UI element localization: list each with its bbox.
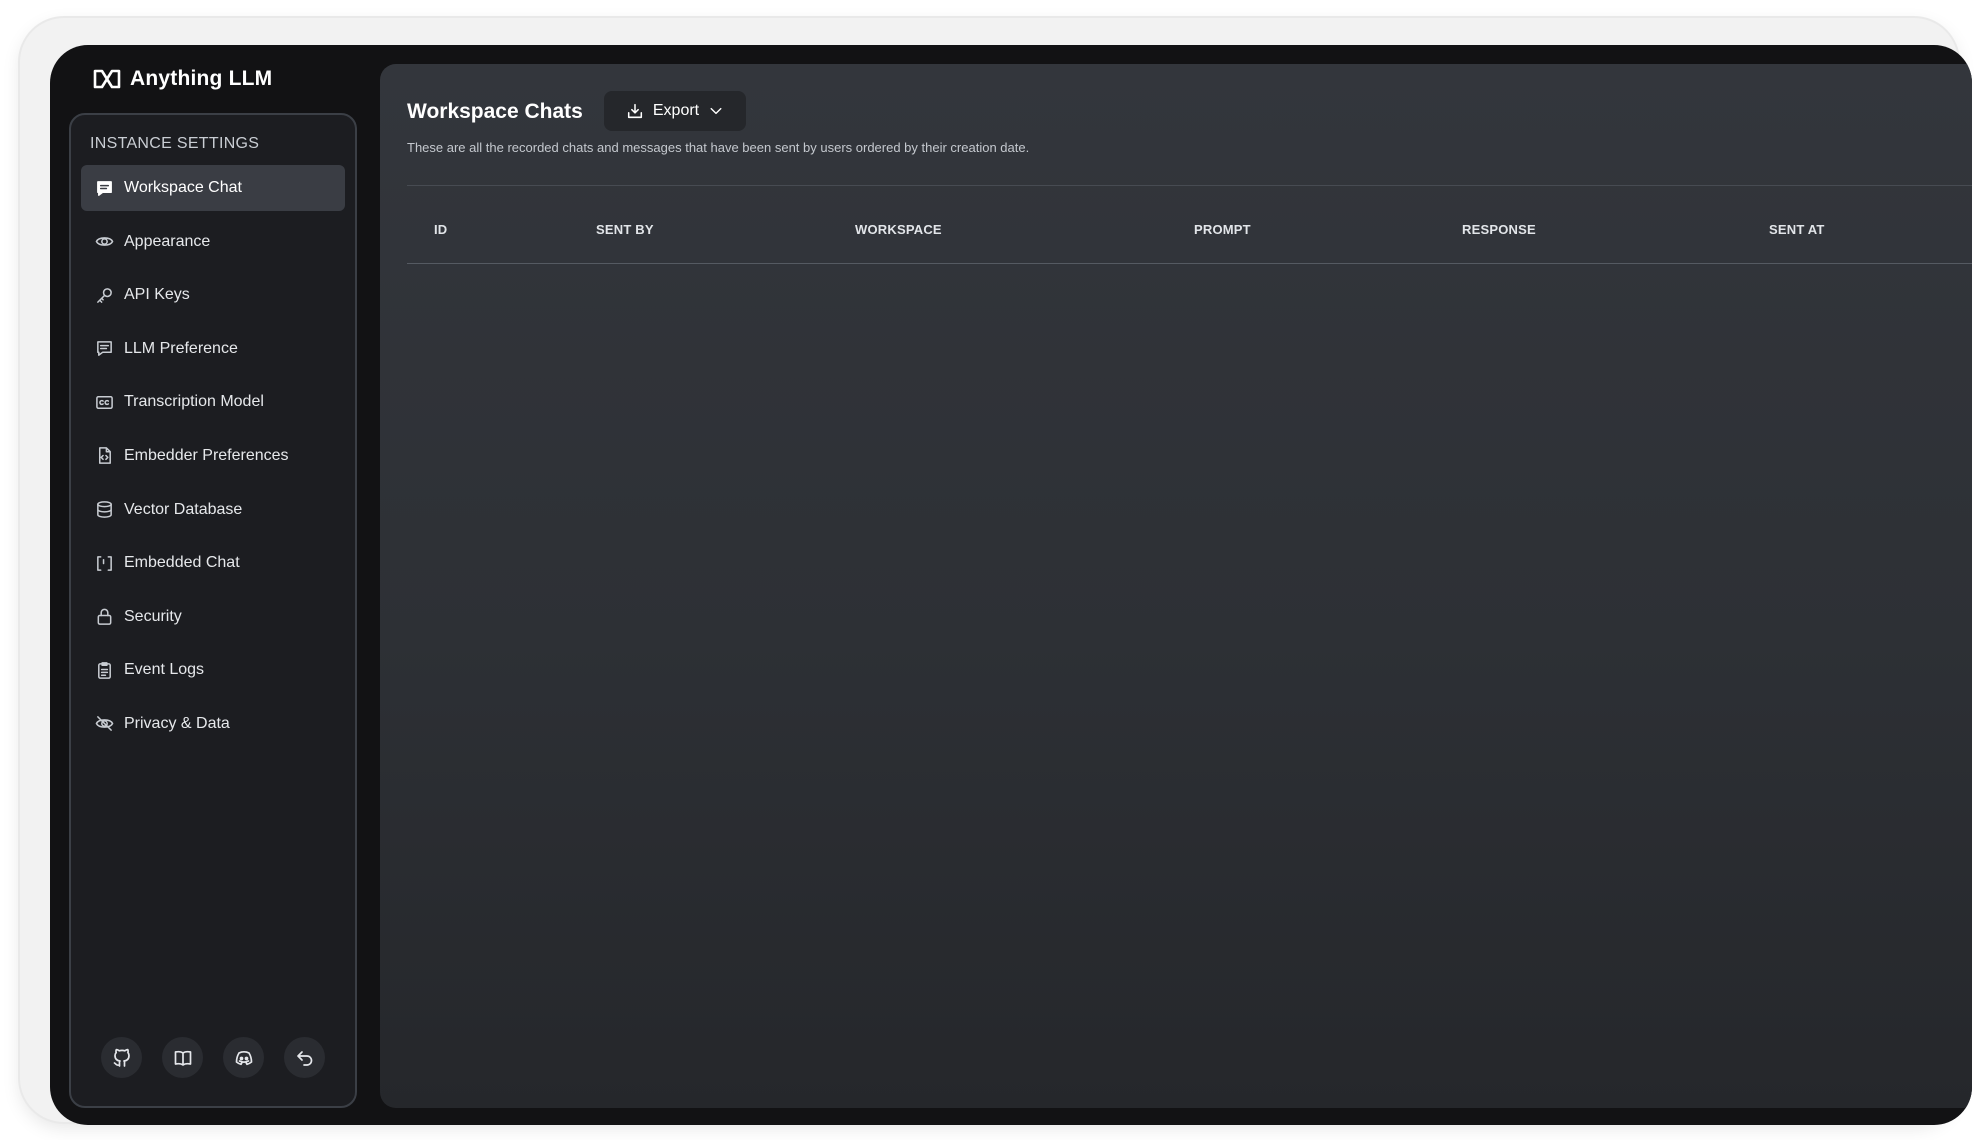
- header-divider: [407, 185, 1972, 186]
- sidebar-item-appearance[interactable]: Appearance: [81, 219, 345, 265]
- eye-slash-icon: [94, 714, 114, 734]
- column-header-id[interactable]: ID: [434, 222, 447, 237]
- sidebar-item-label: Embedder Preferences: [124, 446, 289, 464]
- clipboard-list-icon: [94, 660, 114, 680]
- sidebar-item-label: API Keys: [124, 286, 190, 304]
- device-frame: Anything LLM INSTANCE SETTINGS Workspace…: [20, 18, 1972, 1125]
- message-square-icon: [94, 339, 114, 359]
- sidebar-item-security[interactable]: Security: [81, 594, 345, 640]
- export-label: Export: [652, 102, 700, 119]
- closed-caption-icon: [94, 392, 114, 412]
- discord-icon: [235, 1050, 252, 1065]
- docs-button[interactable]: [162, 1037, 203, 1078]
- main-content: Workspace Chats Export These are all the…: [380, 64, 1972, 1108]
- download-icon: [627, 103, 642, 119]
- discord-button[interactable]: [223, 1037, 264, 1078]
- lock-icon: [94, 607, 114, 627]
- eye-icon: [94, 232, 114, 252]
- sidebar-item-event-logs[interactable]: Event Logs: [81, 647, 345, 693]
- sidebar-item-transcription-model[interactable]: Transcription Model: [81, 379, 345, 425]
- sidebar-item-embedded-chat[interactable]: Embedded Chat: [81, 540, 345, 586]
- code-brackets-icon: [94, 553, 114, 573]
- file-code-icon: [94, 446, 114, 466]
- sidebar-item-label: LLM Preference: [124, 339, 238, 357]
- column-header-workspace[interactable]: WORKSPACE: [855, 222, 942, 237]
- github-button[interactable]: [101, 1037, 142, 1078]
- book-icon: [174, 1050, 191, 1066]
- back-button[interactable]: [284, 1037, 325, 1078]
- database-icon: [94, 500, 114, 520]
- app-logo[interactable]: Anything LLM: [92, 67, 272, 91]
- sidebar-item-label: Vector Database: [124, 500, 243, 518]
- sidebar-item-privacy-data[interactable]: Privacy & Data: [81, 701, 345, 747]
- column-header-prompt[interactable]: PROMPT: [1194, 222, 1251, 237]
- key-icon: [94, 285, 114, 305]
- chats-table-header: ID SENT BY WORKSPACE PROMPT RESPONSE SEN…: [407, 222, 1972, 264]
- sidebar-item-embedder-preferences[interactable]: Embedder Preferences: [81, 433, 345, 479]
- sidebar-item-vector-database[interactable]: Vector Database: [81, 487, 345, 533]
- github-icon: [113, 1048, 130, 1067]
- sidebar-item-label: Security: [124, 607, 182, 625]
- sidebar-section-title: INSTANCE SETTINGS: [90, 135, 260, 152]
- undo-icon: [296, 1050, 312, 1066]
- sidebar-item-label: Transcription Model: [124, 393, 264, 411]
- sidebar-item-label: Event Logs: [124, 661, 205, 679]
- chevron-down-icon: [710, 107, 722, 115]
- anything-llm-logo-icon: [93, 69, 121, 89]
- sidebar-footer: [101, 1037, 325, 1078]
- column-header-sent-by[interactable]: SENT BY: [596, 222, 654, 237]
- app-name: Anything LLM: [130, 67, 273, 90]
- sidebar-item-llm-preference[interactable]: LLM Preference: [81, 326, 345, 372]
- sidebar-item-workspace-chat[interactable]: Workspace Chat: [81, 165, 345, 211]
- sidebar-nav: Workspace Chat Appearance API Keys LLM P…: [81, 165, 345, 755]
- page-title: Workspace Chats: [407, 100, 583, 123]
- sidebar-item-label: Workspace Chat: [124, 179, 242, 196]
- settings-sidebar: INSTANCE SETTINGS Workspace Chat Appeara…: [69, 113, 357, 1108]
- sidebar-item-label: Appearance: [124, 232, 211, 250]
- page-description: These are all the recorded chats and mes…: [407, 140, 1030, 155]
- column-header-sent-at[interactable]: SENT AT: [1769, 222, 1825, 237]
- sidebar-item-api-keys[interactable]: API Keys: [81, 272, 345, 318]
- sidebar-item-label: Embedded Chat: [124, 554, 240, 572]
- sidebar-item-label: Privacy & Data: [124, 714, 230, 732]
- export-button[interactable]: Export: [604, 91, 746, 131]
- app-window: Anything LLM INSTANCE SETTINGS Workspace…: [50, 45, 1972, 1125]
- chat-icon: [94, 178, 114, 198]
- column-header-response[interactable]: RESPONSE: [1462, 222, 1536, 237]
